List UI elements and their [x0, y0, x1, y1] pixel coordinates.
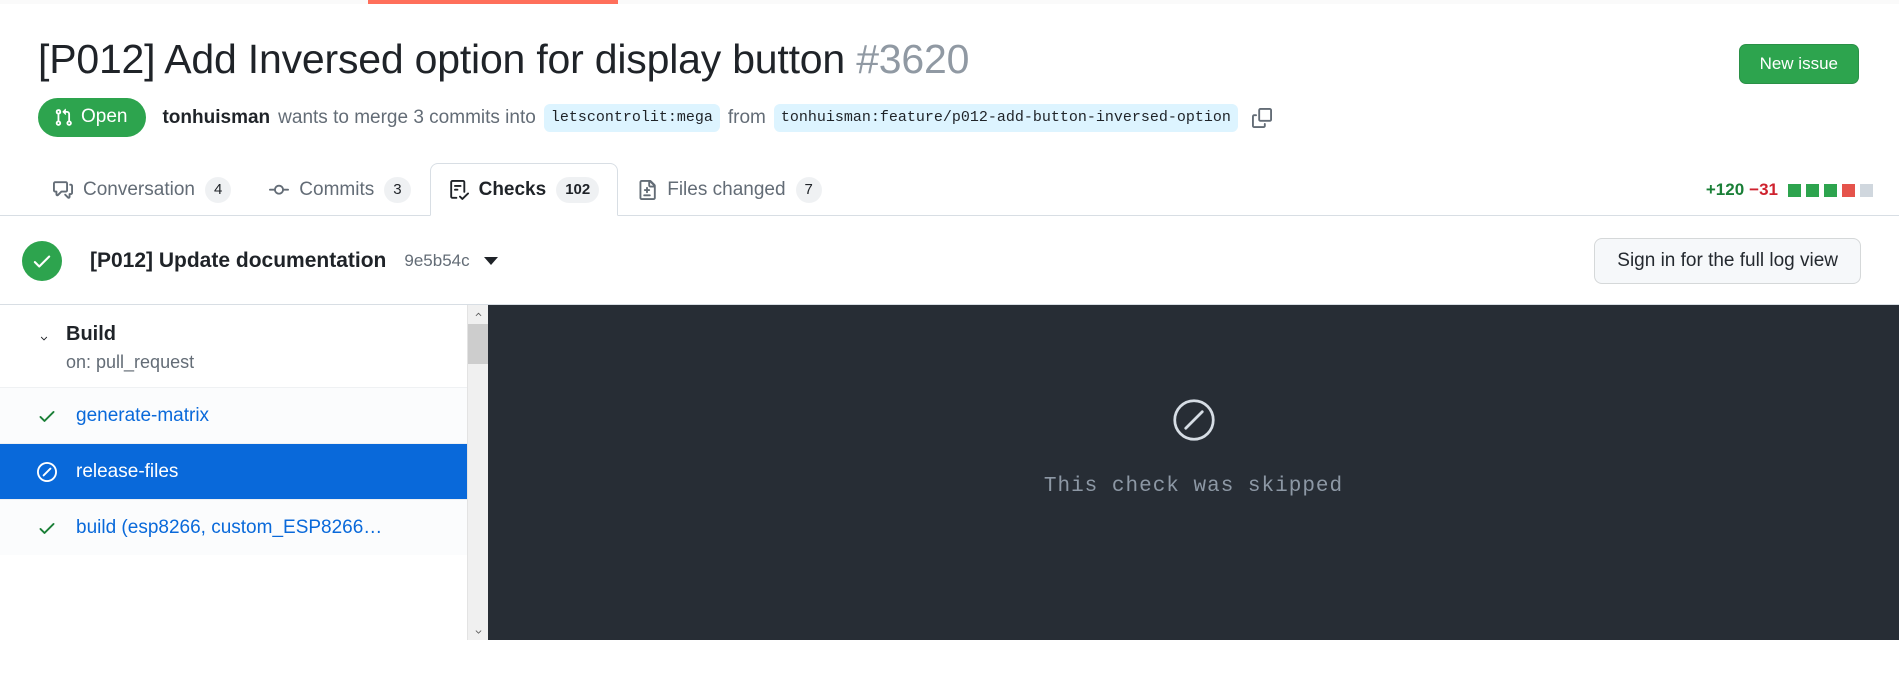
pr-author[interactable]: tonhuisman: [162, 107, 270, 129]
tab-files-changed-count: 7: [795, 176, 822, 203]
check-icon: [36, 518, 58, 538]
workflow-name-row: Build: [36, 323, 488, 346]
check-item-build-esp8266[interactable]: build (esp8266, custom_ESP8266…: [0, 499, 488, 556]
diffstat: +120 −31: [1706, 180, 1899, 216]
tab-files-changed-label: Files changed: [667, 178, 786, 200]
workflow-name: Build: [66, 323, 116, 346]
diffstat-block: [1824, 183, 1837, 197]
pr-state-row: Open tonhuisman wants to merge 3 commits…: [0, 84, 1899, 138]
commit-sha[interactable]: 9e5b54c: [404, 251, 469, 271]
check-log-panel: This check was skipped: [488, 305, 1899, 641]
base-branch-chip[interactable]: letscontrolit:mega: [543, 103, 720, 133]
tab-checks-label: Checks: [478, 178, 547, 200]
clipboard-copy-icon[interactable]: [1251, 107, 1272, 128]
checks-body: Build on: pull_request generate-matrix r…: [0, 304, 1899, 641]
check-circle-icon: [22, 241, 62, 282]
chevron-down-icon[interactable]: [468, 622, 488, 640]
workflow-trigger: on: pull_request: [66, 352, 195, 373]
chevron-up-icon[interactable]: [468, 305, 488, 324]
check-item-release-files[interactable]: release-files: [0, 443, 488, 500]
sidebar-scrollbar[interactable]: [467, 305, 488, 641]
skip-icon: [36, 461, 58, 482]
check-icon: [36, 406, 58, 426]
tab-conversation-label: Conversation: [83, 178, 195, 200]
checks-commit-header: [P012] Update documentation 9e5b54c Sign…: [0, 216, 1899, 304]
pull-request-icon: [54, 108, 73, 127]
tab-commits[interactable]: Commits 3: [250, 163, 429, 216]
tab-files-changed[interactable]: Files changed 7: [618, 163, 841, 216]
pr-number: #3620: [856, 36, 970, 82]
diffstat-deletions: −31: [1749, 180, 1778, 200]
checklist-icon: [449, 179, 469, 200]
merge-description: wants to merge 3 commits into: [278, 106, 536, 128]
pr-tab-bar: Conversation 4 Commits 3 Checks 102 File…: [0, 162, 1899, 217]
from-label: from: [727, 106, 766, 128]
tab-conversation[interactable]: Conversation 4: [34, 163, 250, 216]
check-item-label: generate-matrix: [76, 404, 210, 426]
sign-in-full-log-button[interactable]: Sign in for the full log view: [1594, 238, 1861, 285]
chevron-down-icon[interactable]: [36, 330, 52, 341]
diffstat-block: [1788, 183, 1801, 197]
skip-circle-icon: [1044, 398, 1343, 447]
diffstat-block: [1806, 183, 1819, 197]
commit-title: [P012] Update documentation: [90, 249, 387, 273]
pr-title-row: [P012] Add Inversed option for display b…: [0, 4, 1899, 85]
triangle-down-icon[interactable]: [483, 257, 498, 266]
page-title: [P012] Add Inversed option for display b…: [38, 34, 1739, 84]
tab-checks-count: 102: [556, 176, 600, 203]
comment-discussion-icon: [53, 180, 73, 200]
tab-list: Conversation 4 Commits 3 Checks 102 File…: [0, 162, 1899, 217]
check-log-empty-state: This check was skipped: [1044, 398, 1343, 498]
tab-commits-count: 3: [384, 176, 411, 203]
pr-title-text: [P012] Add Inversed option for display b…: [38, 36, 845, 82]
status-badge-label: Open: [81, 106, 128, 128]
tab-conversation-count: 4: [204, 176, 232, 203]
git-commit-icon: [269, 180, 290, 200]
checks-sidebar: Build on: pull_request generate-matrix r…: [0, 305, 488, 641]
check-item-label: build (esp8266, custom_ESP8266…: [76, 516, 383, 538]
diffstat-block: [1842, 183, 1855, 197]
status-badge: Open: [38, 98, 147, 138]
check-log-message: This check was skipped: [1043, 474, 1344, 498]
diffstat-additions: +120: [1705, 180, 1745, 200]
file-diff-icon: [637, 179, 657, 200]
tab-commits-label: Commits: [299, 178, 375, 200]
workflow-header[interactable]: Build on: pull_request: [0, 305, 488, 387]
head-branch-chip[interactable]: tonhuisman:feature/p012-add-button-inver…: [773, 103, 1238, 133]
diffstat-block: [1860, 183, 1873, 197]
check-item-label: release-files: [76, 460, 179, 482]
tab-checks[interactable]: Checks 102: [429, 163, 619, 217]
new-issue-button[interactable]: New issue: [1738, 44, 1859, 85]
sidebar-scrollbar-thumb[interactable]: [468, 324, 488, 365]
check-item-generate-matrix[interactable]: generate-matrix: [0, 387, 488, 444]
